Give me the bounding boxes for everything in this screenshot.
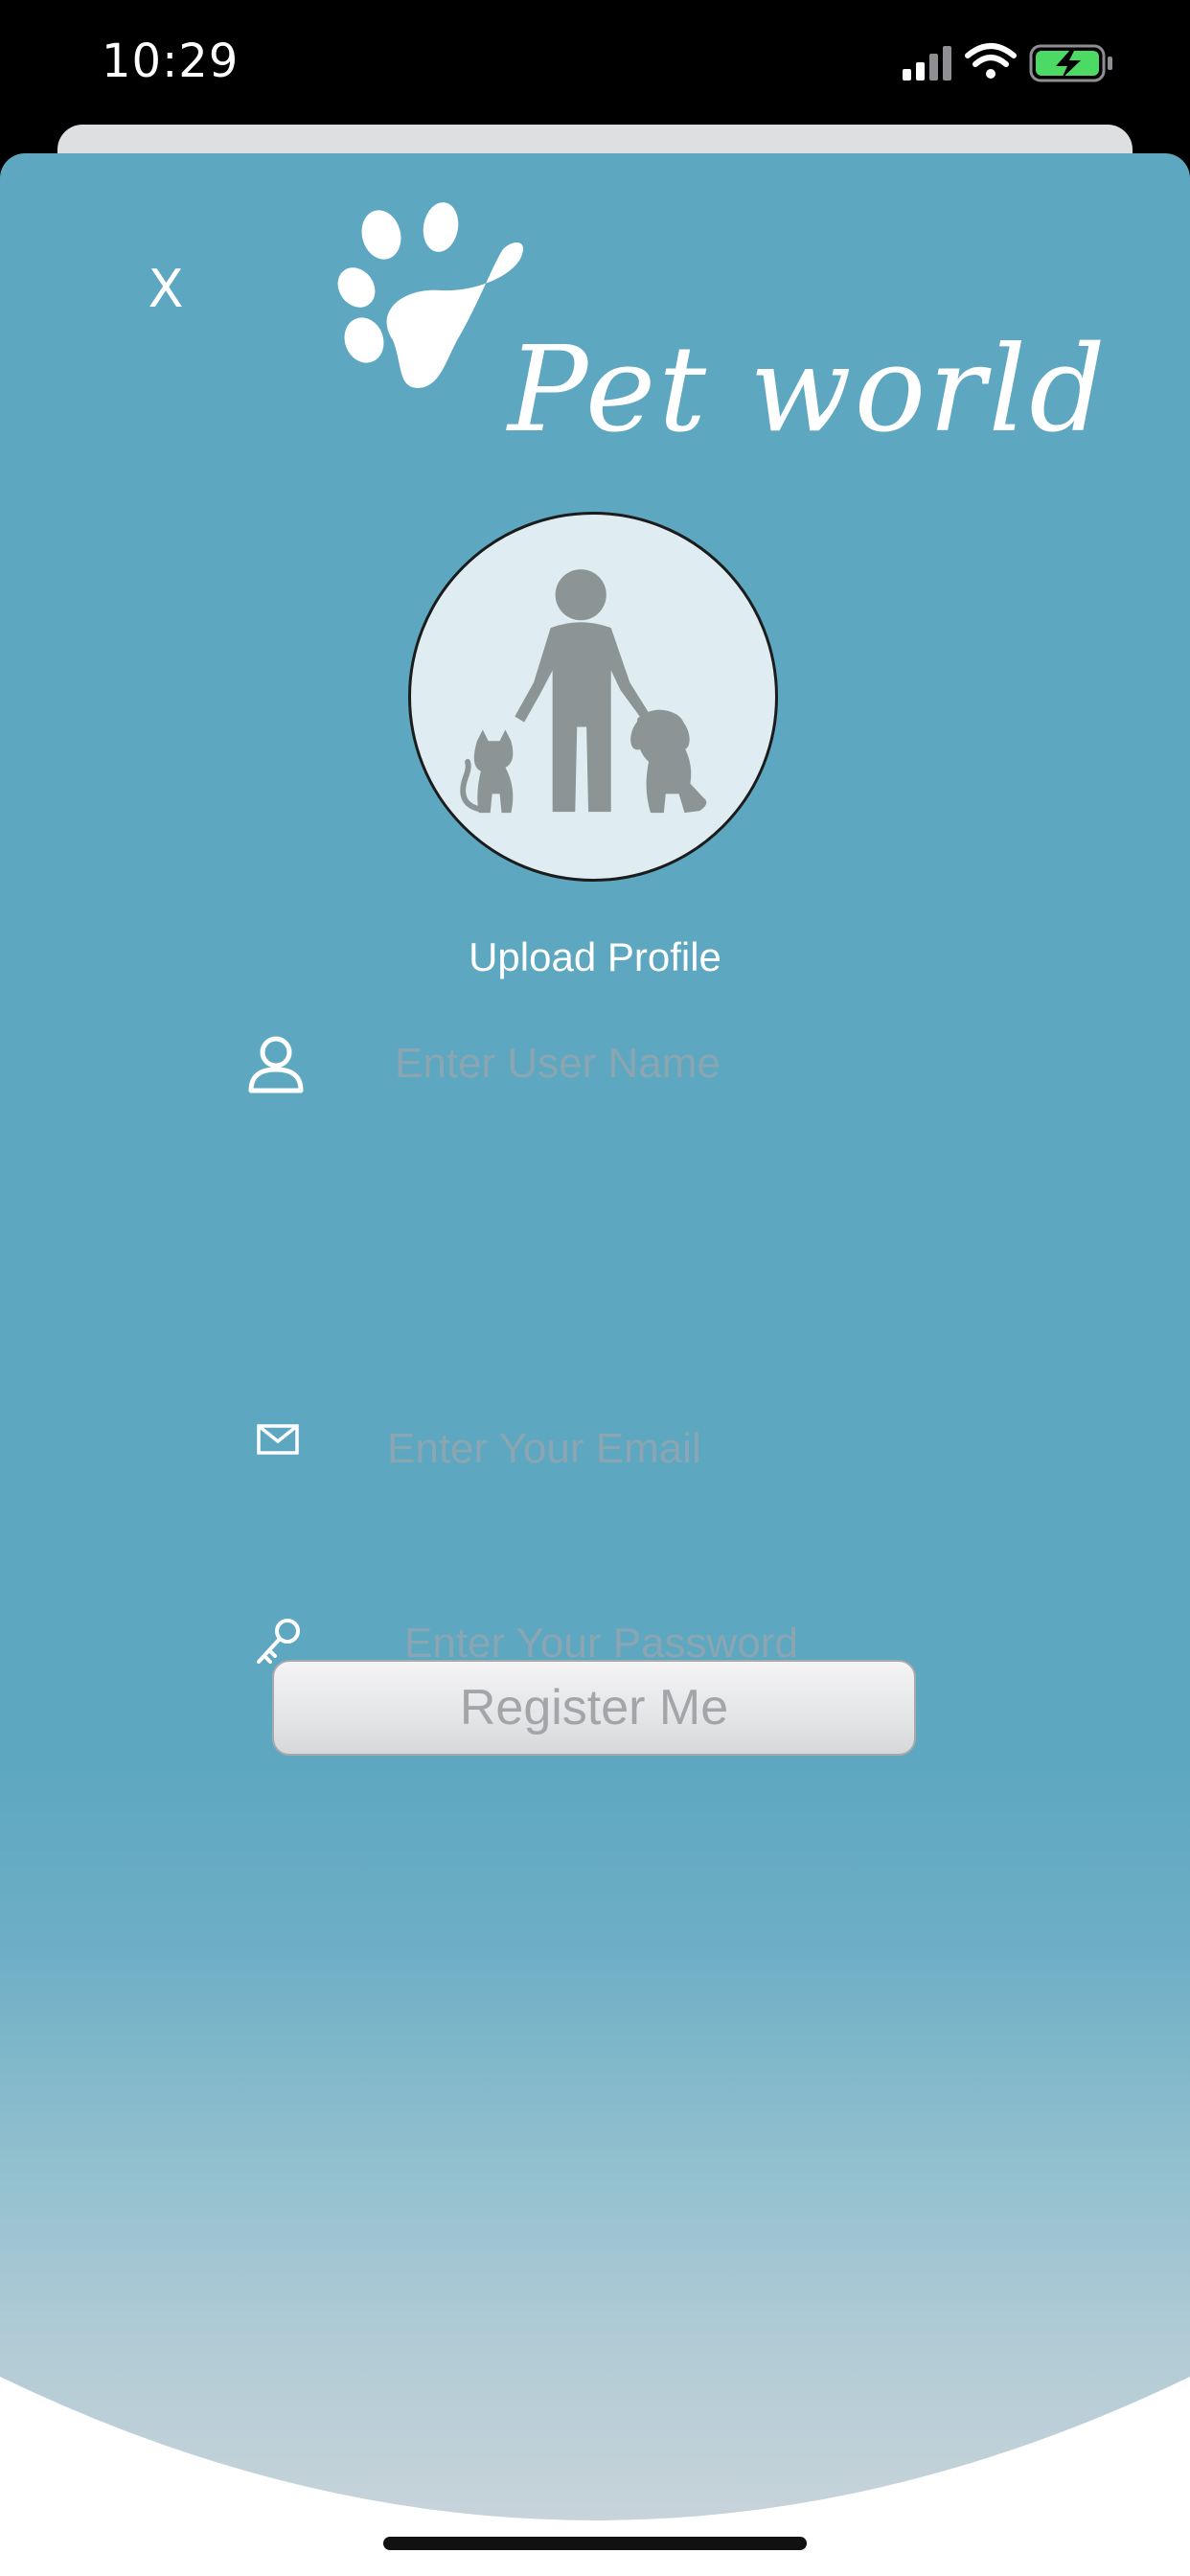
- profile-avatar[interactable]: [408, 512, 778, 882]
- status-bar: 10:29: [0, 0, 1190, 134]
- home-indicator[interactable]: [383, 2537, 807, 2550]
- screen: 10:29 X Pet world Upload Profile Enter U…: [0, 0, 1190, 2576]
- key-icon: [257, 1619, 300, 1664]
- status-icons: [903, 42, 1133, 84]
- email-field[interactable]: [387, 1420, 1000, 1478]
- upload-profile-label[interactable]: Upload Profile: [0, 934, 1190, 980]
- person-with-pets-icon: [460, 569, 707, 814]
- register-button[interactable]: Register Me: [272, 1660, 916, 1756]
- app-title: Pet world: [508, 321, 1109, 459]
- battery-icon: [1029, 44, 1112, 82]
- close-button[interactable]: X: [142, 261, 190, 318]
- username-field[interactable]: [395, 1035, 1008, 1092]
- envelope-icon: [257, 1424, 299, 1455]
- paw-icon: [337, 202, 523, 388]
- signal-icon: [903, 46, 951, 80]
- app-logo: Pet world: [335, 196, 1106, 459]
- status-time: 10:29: [102, 34, 240, 88]
- register-sheet: X Pet world Upload Profile Enter User Na…: [0, 153, 1190, 2576]
- wifi-icon: [965, 43, 1017, 79]
- user-icon: [248, 1036, 304, 1093]
